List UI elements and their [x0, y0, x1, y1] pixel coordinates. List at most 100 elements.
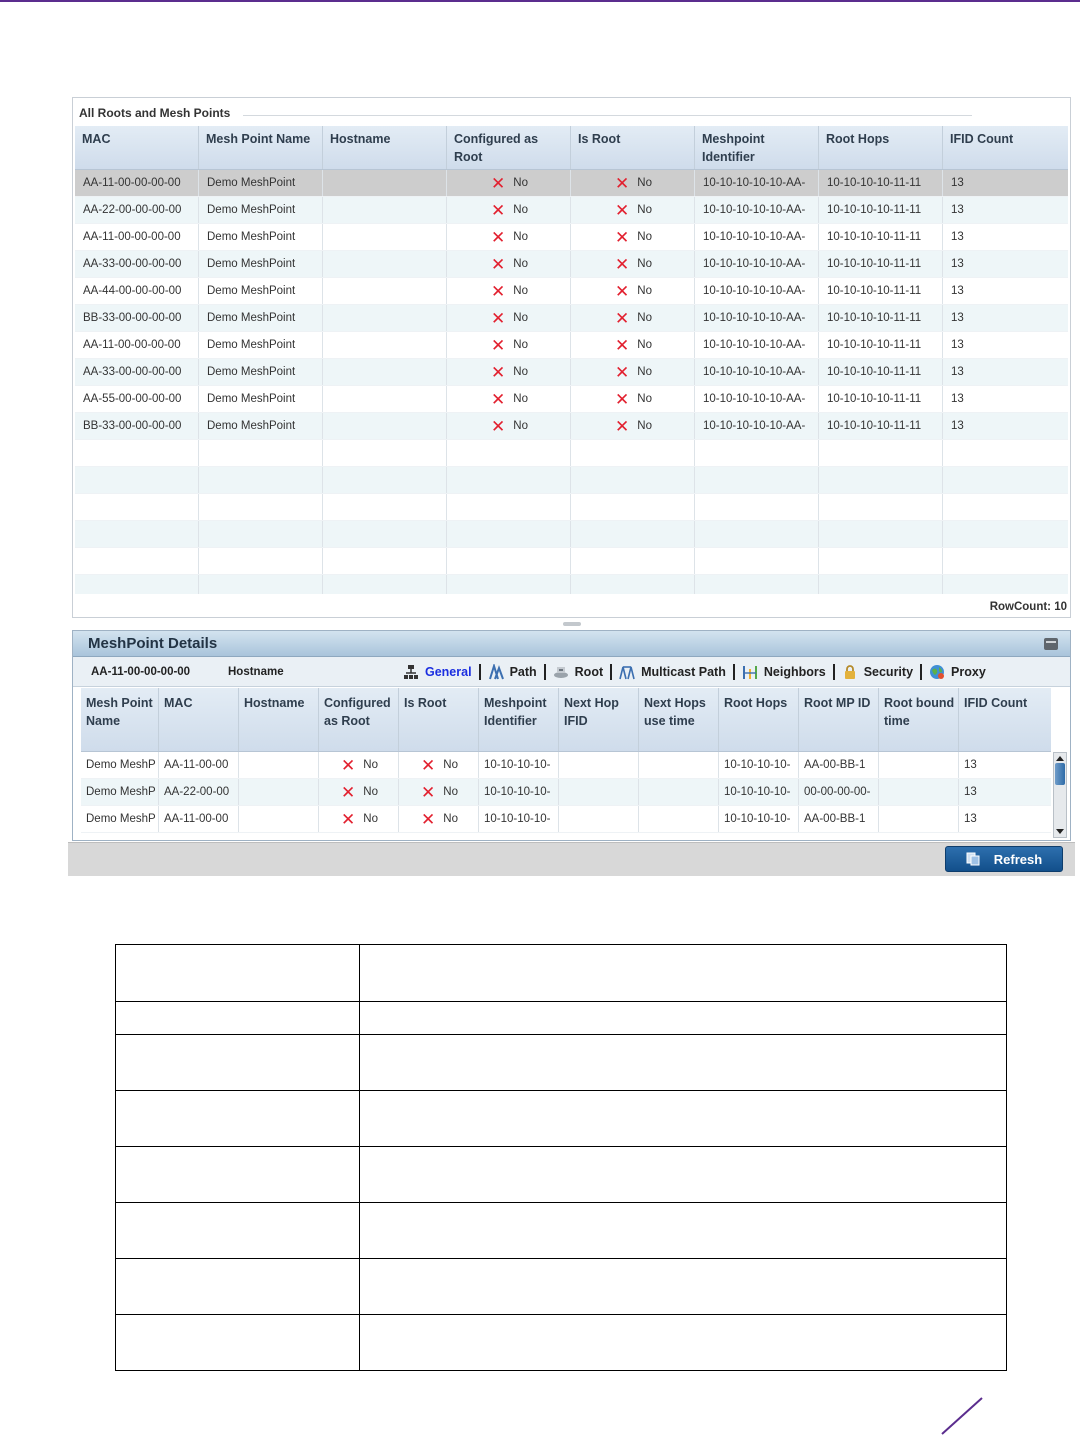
- boolean-value: No: [637, 366, 652, 378]
- cell-ifid-count: [943, 575, 1068, 594]
- tab-label-security: Security: [863, 665, 914, 679]
- cell-root-hops: [819, 575, 943, 594]
- col-header-root-mp-id[interactable]: Root MP ID: [799, 688, 879, 751]
- tab-label-neighbors: Neighbors: [763, 665, 826, 679]
- cell-mesh-point-name: Demo MeshP: [81, 779, 159, 805]
- tab-general[interactable]: General: [403, 664, 472, 680]
- tab-root[interactable]: Root: [553, 664, 603, 680]
- cell-mesh-point-name: Demo MeshPoint: [199, 170, 323, 196]
- table-row[interactable]: BB-33-00-00-00-00 Demo MeshPoint ✕ No ✕ No 10-…: [75, 305, 1068, 332]
- col-header-mac[interactable]: MAC: [159, 688, 239, 751]
- table-row[interactable]: AA-11-00-00-00-00 Demo MeshPoint ✕ No ✕ No 10-…: [75, 170, 1068, 197]
- col-header-next-hops-use-time[interactable]: Next Hops use time: [639, 688, 719, 751]
- col-header-is-root[interactable]: Is Root: [399, 688, 479, 751]
- page-corner-slash: [941, 1397, 983, 1435]
- scroll-up-arrow-icon[interactable]: [1056, 756, 1064, 761]
- col-header-next-hop-ifid[interactable]: Next Hop IFID: [559, 688, 639, 751]
- cell-meshpoint-identifier: 10-10-10-10-10-AA-: [695, 305, 819, 331]
- table-row[interactable]: AA-33-00-00-00-00 Demo MeshPoint ✕ No ✕ No 10-…: [75, 251, 1068, 278]
- tab-label-multicast-path: Multicast Path: [641, 665, 726, 679]
- table-row[interactable]: AA-55-00-00-00-00 Demo MeshPoint ✕ No ✕ No 10-…: [75, 386, 1068, 413]
- cell-mesh-point-name: Demo MeshP: [81, 752, 159, 778]
- details-scrollbar[interactable]: [1053, 752, 1067, 838]
- cell-ifid-count: 13: [951, 420, 964, 432]
- cell-next-hops-use-time: [639, 752, 719, 778]
- cell-hostname: [323, 170, 447, 196]
- cell-is-root: ✕ No: [399, 752, 479, 778]
- details-panel: MeshPoint Details AA-11-00-00-00-00 Host…: [72, 630, 1071, 841]
- col-header-mesh-point-name[interactable]: Mesh Point Name: [199, 126, 323, 169]
- tab-path[interactable]: Path: [488, 662, 537, 680]
- scroll-thumb[interactable]: [1055, 763, 1065, 785]
- x-icon: ✕: [491, 228, 506, 247]
- col-header-is-root[interactable]: Is Root: [571, 126, 695, 169]
- cell-is-root: [571, 467, 695, 493]
- table-row[interactable]: BB-33-00-00-00-00 Demo MeshPoint ✕ No ✕ No 10-…: [75, 413, 1068, 440]
- col-header-configured-as-root[interactable]: Configured as Root: [319, 688, 399, 751]
- neighbors-icon: [742, 664, 758, 680]
- col-header-root-hops[interactable]: Root Hops: [719, 688, 799, 751]
- refresh-button-label: Refresh: [993, 851, 1043, 867]
- cell-ifid-count: 13: [964, 813, 977, 825]
- table-row[interactable]: Demo MeshP AA-11-00-00 ✕ No ✕ No 10-10-10-10- 1…: [81, 806, 1051, 833]
- cell-hostname: [323, 278, 447, 304]
- cell-ifid-count: 13: [951, 258, 964, 270]
- cell-ifid-count: 13: [964, 786, 977, 798]
- description-table: [115, 944, 1007, 1371]
- cell-root-bound-time: [879, 779, 959, 805]
- cell-is-root: ✕ No: [571, 224, 695, 250]
- table-row[interactable]: Demo MeshP AA-11-00-00 ✕ No ✕ No 10-10-10-10- 1…: [81, 752, 1051, 779]
- scroll-down-arrow-icon[interactable]: [1056, 829, 1064, 834]
- tab-neighbors[interactable]: Neighbors: [742, 664, 826, 680]
- cell-is-root: ✕ No: [571, 278, 695, 304]
- boolean-value: No: [637, 420, 652, 432]
- tab-security[interactable]: Security: [842, 664, 913, 680]
- description-row: [115, 1034, 1007, 1091]
- cell-is-root: ✕ No: [571, 359, 695, 385]
- cell-mac: [75, 440, 199, 466]
- cell-meshpoint-identifier: [695, 440, 819, 466]
- cell-root-hops: 10-10-10-10-11-11: [819, 278, 943, 304]
- description-value-cell: [359, 1258, 1007, 1315]
- table-row[interactable]: AA-11-00-00-00-00 Demo MeshPoint ✕ No ✕ No 10-…: [75, 332, 1068, 359]
- cell-hostname: [323, 440, 447, 466]
- cell-ifid-count: 13: [951, 177, 964, 189]
- cell-root-hops: 10-10-10-10-: [719, 806, 799, 832]
- table-row[interactable]: AA-11-00-00-00-00 Demo MeshPoint ✕ No ✕ No 10-…: [75, 224, 1068, 251]
- col-header-configured-as-root[interactable]: Configured as Root: [447, 126, 571, 169]
- cell-next-hop-ifid: [559, 806, 639, 832]
- tab-proxy[interactable]: Proxy: [929, 664, 986, 680]
- col-header-mesh-point-name[interactable]: Mesh Point Name: [81, 688, 159, 751]
- minimize-icon[interactable]: [1044, 638, 1058, 650]
- details-subheader: AA-11-00-00-00-00 Hostname General Path: [73, 657, 1070, 687]
- cell-ifid-count: [943, 548, 1068, 574]
- refresh-button[interactable]: Refresh: [945, 846, 1063, 872]
- description-key-cell: [115, 1258, 360, 1315]
- col-header-root-bound-time[interactable]: Root bound time: [879, 688, 959, 751]
- tab-multicast-path[interactable]: Multicast Path: [619, 664, 726, 680]
- network-icon: [403, 664, 419, 680]
- table-row[interactable]: AA-22-00-00-00-00 Demo MeshPoint ✕ No ✕ No 10-…: [75, 197, 1068, 224]
- cell-meshpoint-identifier: 10-10-10-10-10-AA-: [695, 413, 819, 439]
- col-header-ifid-count[interactable]: IFID Count: [959, 688, 1051, 751]
- col-header-hostname[interactable]: Hostname: [239, 688, 319, 751]
- x-icon: ✕: [341, 783, 356, 802]
- col-header-ifid-count[interactable]: IFID Count: [943, 126, 1068, 169]
- cell-meshpoint-identifier: [695, 521, 819, 547]
- cell-root-hops: 10-10-10-10-11-11: [819, 197, 943, 223]
- cell-mac: AA-33-00-00-00-00: [75, 359, 199, 385]
- col-header-root-hops[interactable]: Root Hops: [819, 126, 943, 169]
- col-header-hostname[interactable]: Hostname: [323, 126, 447, 169]
- table-row[interactable]: AA-44-00-00-00-00 Demo MeshPoint ✕ No ✕ No 10-…: [75, 278, 1068, 305]
- x-icon: ✕: [491, 255, 506, 274]
- path-icon: [488, 662, 504, 680]
- col-header-mac[interactable]: MAC: [75, 126, 199, 169]
- cell-mac: AA-11-00-00-00-00: [75, 224, 199, 250]
- col-header-meshpoint-identifier[interactable]: Meshpoint Identifier: [695, 126, 819, 169]
- panel-splitter-handle[interactable]: [563, 622, 581, 626]
- table-row[interactable]: Demo MeshP AA-22-00-00 ✕ No ✕ No 10-10-10-10- 1…: [81, 779, 1051, 806]
- description-key-cell: [115, 1090, 360, 1147]
- col-header-meshpoint-identifier[interactable]: Meshpoint Identifier: [479, 688, 559, 751]
- table-row[interactable]: AA-33-00-00-00-00 Demo MeshPoint ✕ No ✕ No 10-…: [75, 359, 1068, 386]
- cell-mac: AA-22-00-00-00-00: [75, 197, 199, 223]
